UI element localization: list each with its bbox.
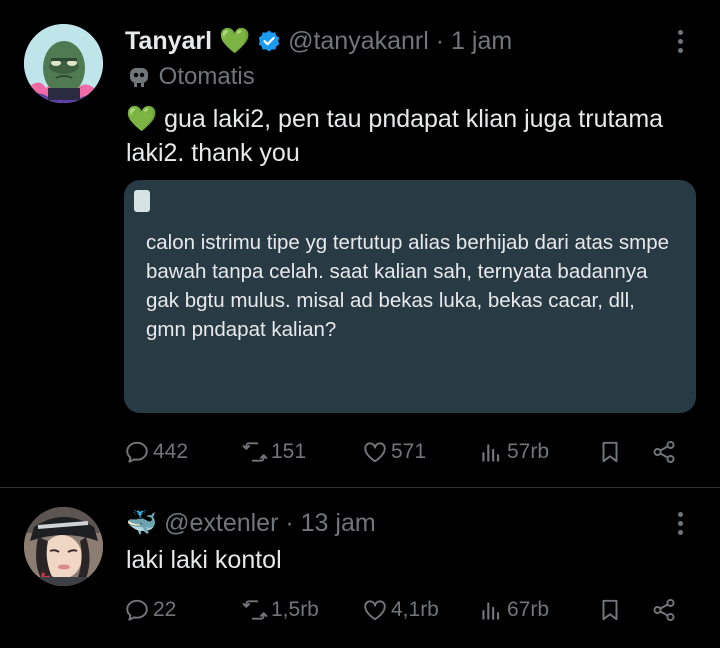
avatar[interactable] — [24, 507, 103, 586]
retweet-icon — [242, 442, 268, 462]
whale-emoji: 🐳 — [126, 509, 158, 537]
bookmark-icon — [602, 441, 618, 463]
avatar-image — [24, 24, 103, 103]
automated-label: Otomatis — [126, 62, 255, 92]
avatar-image — [24, 507, 103, 586]
reply-button[interactable]: 22 — [124, 590, 176, 630]
card-avatar-icon — [134, 190, 150, 212]
views-button[interactable]: 67rb — [478, 590, 549, 630]
like-count: 4,1rb — [391, 598, 439, 621]
reply-button[interactable]: 442 — [124, 432, 188, 472]
automated-text: Otomatis — [158, 63, 255, 90]
reply-icon — [126, 599, 148, 621]
bookmark-button[interactable] — [597, 432, 623, 472]
like-button[interactable]: 4,1rb — [362, 590, 439, 630]
retweet-count: 1,5rb — [271, 598, 319, 621]
like-icon — [364, 600, 386, 621]
timestamp[interactable]: · 1 jam — [436, 27, 512, 55]
tweet-text: laki laki kontol — [126, 546, 282, 574]
reply-count: 442 — [153, 440, 189, 463]
more-options-icon[interactable] — [676, 30, 684, 56]
like-button[interactable]: 571 — [362, 432, 426, 472]
quoted-question-card[interactable]: calon istrimu tipe yg tertutup alias ber… — [124, 180, 696, 413]
share-button[interactable] — [651, 432, 677, 472]
retweet-button[interactable]: 151 — [242, 432, 306, 472]
tweet-header: 🐳 @extenler · 13 jam — [126, 508, 376, 538]
tweet-text-line-2: laki2. thank you — [126, 139, 300, 167]
action-bar: 22 1,5rb 4,1rb 67rb — [124, 590, 696, 630]
bookmark-button[interactable] — [597, 590, 623, 630]
robot-icon — [130, 68, 148, 87]
avatar[interactable] — [24, 24, 103, 103]
views-count: 57rb — [507, 440, 550, 463]
action-bar: 442 151 571 57rb — [124, 432, 696, 472]
views-icon — [482, 602, 500, 620]
views-button[interactable]: 57rb — [478, 432, 549, 472]
share-icon — [653, 440, 675, 464]
tweet[interactable]: Tanyarl 💚 @tanyakanrl · 1 jam Otomatis 💚… — [0, 0, 720, 487]
more-options-icon[interactable] — [676, 512, 684, 538]
green-heart-emoji: 💚 — [126, 105, 158, 133]
user-handle[interactable]: @tanyakanrl — [288, 27, 429, 55]
retweet-icon — [242, 600, 268, 620]
green-heart-emoji: 💚 — [219, 27, 251, 55]
share-button[interactable] — [651, 590, 677, 630]
retweet-count: 151 — [271, 440, 307, 463]
views-icon — [482, 444, 500, 462]
timestamp[interactable]: · 13 jam — [285, 509, 375, 537]
user-handle[interactable]: @extenler — [164, 509, 278, 537]
retweet-button[interactable]: 1,5rb — [242, 590, 319, 630]
like-count: 571 — [391, 440, 427, 463]
views-count: 67rb — [507, 598, 550, 621]
verified-badge-icon[interactable] — [257, 29, 281, 53]
like-icon — [364, 442, 386, 463]
tweet-header: Tanyarl 💚 @tanyakanrl · 1 jam — [125, 26, 512, 56]
tweet-text: 💚 gua laki2, pen tau pndapat klian juga … — [126, 102, 696, 170]
bookmark-icon — [602, 599, 618, 621]
reply-icon — [126, 441, 148, 463]
share-icon — [653, 598, 675, 622]
quoted-question-text: calon istrimu tipe yg tertutup alias ber… — [146, 231, 670, 341]
reply-count: 22 — [153, 598, 177, 621]
tweet-text-line-1: gua laki2, pen tau pndapat klian juga tr… — [164, 105, 664, 133]
display-name[interactable]: Tanyarl — [125, 27, 212, 55]
